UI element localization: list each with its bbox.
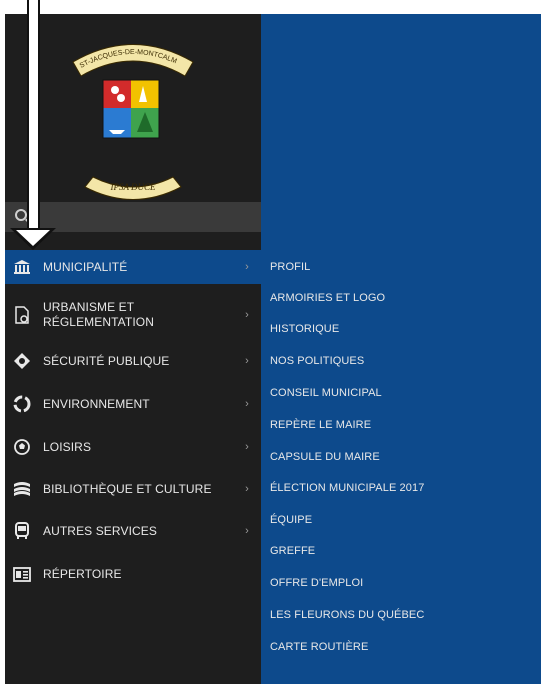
submenu-item-armoiries-et-logo[interactable]: ARMOIRIES ET LOGO (270, 292, 385, 304)
submenu-item-repere-le-maire[interactable]: REPÈRE LE MAIRE (270, 419, 371, 431)
navigation-frame: ST-JACQUES-DE-MONTCALM IPSA DUCE MUNICIP… (5, 14, 541, 684)
menu-item-autres-services[interactable]: AUTRES SERVICES › (5, 516, 261, 546)
menu-item-label: LOISIRS (43, 439, 92, 454)
chevron-right-icon: › (245, 398, 249, 410)
menu-item-label: BIBLIOTHÈQUE ET CULTURE (43, 481, 212, 496)
menu-item-label: URBANISME ET RÉGLEMENTATION (43, 300, 154, 329)
menu-item-securite-publique[interactable]: SÉCURITÉ PUBLIQUE › (5, 346, 261, 376)
directory-icon (13, 565, 31, 583)
menu-item-urbanisme[interactable]: URBANISME ET RÉGLEMENTATION › (5, 294, 261, 336)
submenu-item-les-fleurons-du-quebec[interactable]: LES FLEURONS DU QUÉBEC (270, 609, 424, 621)
submenu-item-historique[interactable]: HISTORIQUE (270, 323, 339, 335)
menu-item-label: AUTRES SERVICES (43, 523, 157, 538)
menu-item-bibliotheque[interactable]: BIBLIOTHÈQUE ET CULTURE › (5, 474, 261, 504)
submenu-item-offre-d-emploi[interactable]: OFFRE D'EMPLOI (270, 577, 363, 589)
bus-icon (13, 522, 31, 540)
logo-banner-bottom: IPSA DUCE (109, 182, 156, 192)
menu-item-label: RÉPERTOIRE (43, 566, 122, 581)
submenu-item-capsule-du-maire[interactable]: CAPSULE DU MAIRE (270, 451, 380, 463)
menu-item-label: SÉCURITÉ PUBLIQUE (43, 353, 170, 368)
shield-quarter-red (103, 80, 131, 108)
recycle-icon (13, 395, 31, 413)
search-icon[interactable] (15, 209, 27, 221)
chevron-right-icon: › (245, 261, 249, 273)
submenu-item-election-municipale-2017[interactable]: ÉLECTION MUNICIPALE 2017 (270, 482, 424, 494)
books-icon (13, 480, 31, 498)
menu-item-loisirs[interactable]: LOISIRS › (5, 432, 261, 462)
building-columns-icon (13, 258, 31, 276)
submenu-item-conseil-municipal[interactable]: CONSEIL MUNICIPAL (270, 387, 382, 399)
menu-item-environnement[interactable]: ENVIRONNEMENT › (5, 389, 261, 419)
chevron-right-icon: › (245, 355, 249, 367)
municipal-coat-of-arms-logo: ST-JACQUES-DE-MONTCALM IPSA DUCE (72, 44, 194, 200)
submenu-item-profil[interactable]: PROFIL (270, 261, 310, 273)
chevron-right-icon: › (245, 309, 249, 321)
submenu-item-nos-politiques[interactable]: NOS POLITIQUES (270, 355, 364, 367)
submenu-item-greffe[interactable]: GREFFE (270, 545, 315, 557)
menu-item-municipalite[interactable]: MUNICIPALITÉ › (5, 250, 261, 284)
menu-item-label: ENVIRONNEMENT (43, 396, 150, 411)
soccer-ball-icon (13, 438, 31, 456)
safety-icon (13, 352, 31, 370)
chevron-right-icon: › (245, 525, 249, 537)
chevron-right-icon: › (245, 483, 249, 495)
submenu-item-carte-routiere[interactable]: CARTE ROUTIÈRE (270, 641, 368, 653)
document-settings-icon (13, 306, 31, 324)
menu-item-label: MUNICIPALITÉ (43, 259, 128, 274)
annotation-arrow-head-fill (16, 230, 50, 246)
submenu-item-equipe[interactable]: ÉQUIPE (270, 514, 312, 526)
menu-item-repertoire[interactable]: RÉPERTOIRE (5, 559, 261, 589)
chevron-right-icon: › (245, 441, 249, 453)
annotation-arrow-shaft (27, 0, 40, 232)
